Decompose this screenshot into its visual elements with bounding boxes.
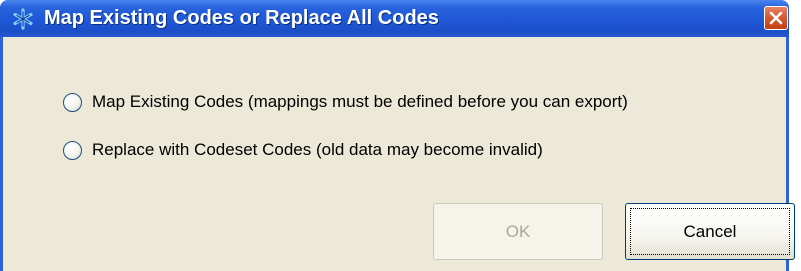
ok-button-label: OK — [505, 221, 531, 241]
radio-replace-codeset-codes[interactable] — [63, 140, 82, 160]
title-bar[interactable]: Map Existing Codes or Replace All Codes — [0, 0, 789, 37]
close-icon — [769, 11, 783, 25]
option-map-existing-codes[interactable]: Map Existing Codes (mappings must be def… — [63, 91, 628, 113]
option-label: Map Existing Codes (mappings must be def… — [92, 92, 628, 111]
window-title: Map Existing Codes or Replace All Codes — [44, 7, 439, 29]
dialog-body: Map Existing Codes (mappings must be def… — [3, 37, 795, 271]
option-replace-codeset-codes[interactable]: Replace with Codeset Codes (old data may… — [63, 139, 543, 161]
asterisk-app-icon — [13, 8, 33, 30]
option-label: Replace with Codeset Codes (old data may… — [92, 140, 543, 159]
cancel-button-label: Cancel — [683, 221, 737, 241]
cancel-button[interactable]: Cancel — [625, 203, 795, 260]
radio-map-existing-codes[interactable] — [63, 92, 82, 112]
close-button[interactable] — [764, 6, 788, 30]
ok-button[interactable]: OK — [433, 203, 603, 260]
dialog-window: Map Existing Codes or Replace All Codes … — [0, 0, 795, 271]
